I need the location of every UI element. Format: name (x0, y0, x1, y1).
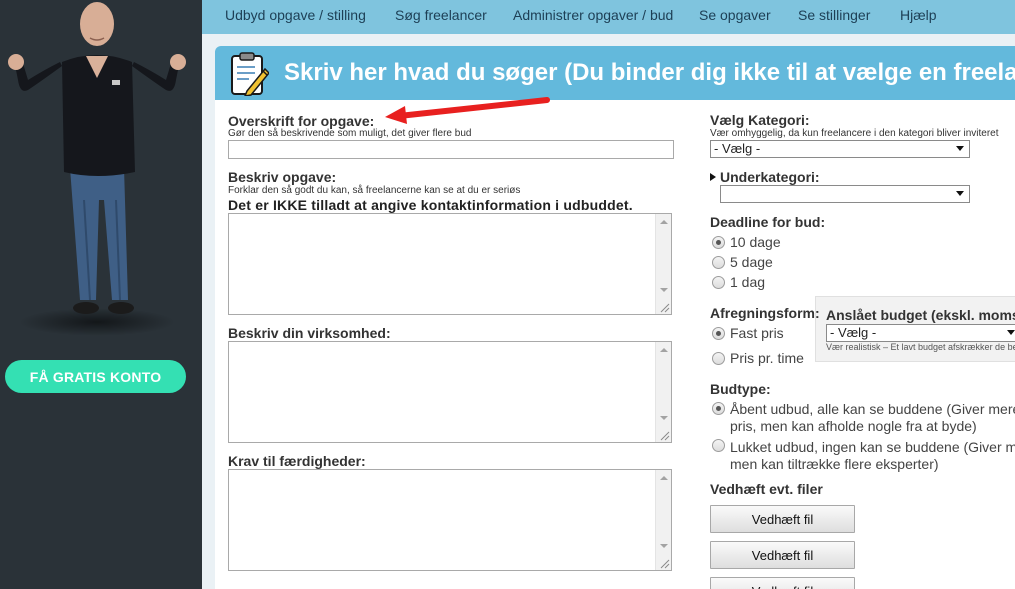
textarea-scrollbar[interactable] (655, 214, 671, 314)
nav-manage-tasks[interactable]: Administrer opgaver / bud (513, 7, 673, 23)
page: FÅ GRATIS KONTO Udbyd opgave / stilling … (0, 0, 1015, 589)
budget-label: Anslået budget (ekskl. moms): (826, 307, 1015, 323)
nav-help[interactable]: Hjælp (900, 7, 937, 23)
attach-file-button[interactable]: Vedhæft fil (710, 541, 855, 569)
kategori-label: Vælg Kategori: (710, 112, 810, 128)
chevron-down-icon (956, 191, 964, 196)
resize-grip-icon[interactable] (658, 301, 670, 313)
top-navigation: Udbyd opgave / stilling Søg freelancer A… (202, 0, 1015, 34)
kategori-hint: Vær omhyggelig, da kun freelancere i den… (710, 128, 999, 139)
chevron-down-icon (956, 146, 964, 151)
afregning-option-label: Fast pris (730, 325, 784, 341)
attach-file-button[interactable]: Vedhæft fil (710, 577, 855, 589)
expand-triangle-icon[interactable] (710, 173, 716, 181)
beskriv-hint: Forklar den så godt du kan, så freelance… (228, 185, 521, 196)
kategori-select[interactable]: - Vælg - (710, 140, 970, 158)
deadline-radio-1[interactable] (712, 276, 725, 289)
budget-box: Anslået budget (ekskl. moms): - Vælg - V… (815, 296, 1015, 362)
sidebar: FÅ GRATIS KONTO (0, 0, 202, 589)
nav-see-tasks[interactable]: Se opgaver (699, 7, 771, 23)
krav-textarea[interactable] (228, 469, 672, 571)
budtype-option-line: pris, men kan afholde nogle fra at byde) (730, 418, 977, 434)
virksomhed-textarea[interactable] (228, 341, 672, 443)
clipboard-pencil-icon (231, 52, 269, 96)
beskriv-label: Beskriv opgave: (228, 169, 337, 185)
budtype-option-line: men kan tiltrække flere eksperter) (730, 456, 939, 472)
person-photo (8, 2, 186, 336)
deadline-option-label: 5 dage (730, 254, 773, 270)
budtype-radio-open[interactable] (712, 402, 725, 415)
underkategori-label: Underkategori: (720, 169, 820, 185)
deadline-radio-5[interactable] (712, 256, 725, 269)
free-account-button[interactable]: FÅ GRATIS KONTO (5, 360, 186, 393)
budget-selected-value: - Vælg - (830, 325, 877, 340)
budtype-radio-closed[interactable] (712, 439, 725, 452)
task-form-panel: Skriv her hvad du søger (Du binder dig i… (215, 46, 1015, 589)
budget-select[interactable]: - Vælg - (826, 324, 1015, 342)
textarea-scrollbar[interactable] (655, 470, 671, 570)
afregning-option-label: Pris pr. time (730, 350, 804, 366)
nav-search-freelancer[interactable]: Søg freelancer (395, 7, 487, 23)
afregning-radio-time[interactable] (712, 352, 725, 365)
deadline-label: Deadline for bud: (710, 214, 826, 230)
vedhaeft-label: Vedhæft evt. filer (710, 481, 823, 497)
beskriv-warning: Det er IKKE tilladt at angive kontaktinf… (228, 197, 633, 213)
budtype-option-line: Åbent udbud, alle kan se buddene (Giver … (730, 401, 1015, 417)
afregning-label: Afregningsform: (710, 305, 820, 321)
chevron-down-icon (1007, 330, 1015, 335)
overskrift-label: Overskrift for opgave: (228, 113, 375, 129)
budtype-label: Budtype: (710, 381, 771, 397)
panel-header: Skriv her hvad du søger (Du binder dig i… (215, 46, 1015, 100)
budget-hint: Vær realistisk – Et lavt budget afskrækk… (826, 342, 1015, 352)
attach-file-button[interactable]: Vedhæft fil (710, 505, 855, 533)
page-title: Skriv her hvad du søger (Du binder dig i… (284, 59, 1015, 86)
deadline-option-label: 10 dage (730, 234, 781, 250)
textarea-scrollbar[interactable] (655, 342, 671, 442)
deadline-radio-10[interactable] (712, 236, 725, 249)
virksomhed-label: Beskriv din virksomhed: (228, 325, 391, 341)
deadline-option-label: 1 dag (730, 274, 766, 290)
red-arrow-icon (385, 97, 550, 124)
overskrift-input[interactable] (228, 140, 674, 159)
nav-see-jobs[interactable]: Se stillinger (798, 7, 870, 23)
beskriv-textarea[interactable] (228, 213, 672, 315)
budtype-option-line: Lukket udbud, ingen kan se buddene (Give… (730, 439, 1015, 455)
nav-post-task[interactable]: Udbyd opgave / stilling (225, 7, 366, 23)
underkategori-select[interactable] (720, 185, 970, 203)
krav-label: Krav til færdigheder: (228, 453, 366, 469)
overskrift-hint: Gør den så beskrivende som muligt, det g… (228, 128, 472, 139)
kategori-selected-value: - Vælg - (714, 141, 761, 156)
afregning-radio-fast[interactable] (712, 327, 725, 340)
resize-grip-icon[interactable] (658, 429, 670, 441)
resize-grip-icon[interactable] (658, 557, 670, 569)
